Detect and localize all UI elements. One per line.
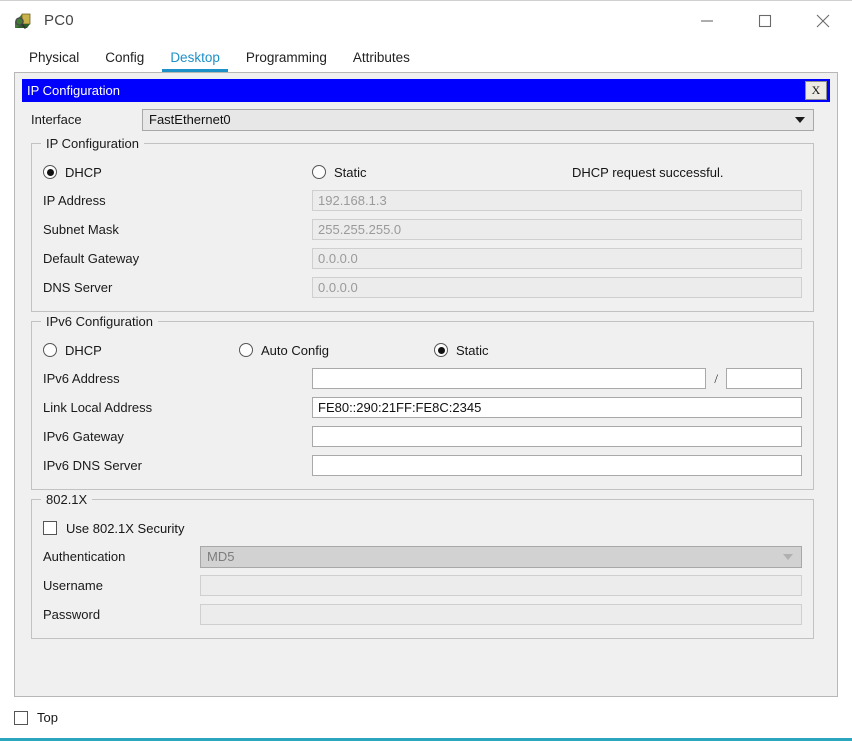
ip-configuration-header-title: IP Configuration (27, 83, 120, 98)
username-row: Username (43, 571, 802, 600)
ipv6-prefix-input[interactable] (726, 368, 802, 389)
radio-dot-icon (239, 343, 253, 357)
subnet-mask-input[interactable]: 255.255.255.0 (312, 219, 802, 240)
interface-label: Interface (31, 112, 82, 127)
radio-dot-icon (434, 343, 448, 357)
ipv6-configuration-group: IPv6 Configuration DHCP Auto Config Stat… (31, 314, 814, 490)
pc0-window: PC0 Physical Config Desktop Programming … (0, 0, 852, 741)
tab-desktop[interactable]: Desktop (157, 42, 233, 72)
username-label: Username (43, 578, 103, 593)
dns-server-input[interactable]: 0.0.0.0 (312, 277, 802, 298)
minimize-icon[interactable] (678, 1, 736, 40)
ipv6-static-label: Static (456, 342, 489, 358)
tab-physical[interactable]: Physical (16, 42, 92, 72)
ipv6-address-input[interactable] (312, 368, 707, 389)
ipv6-dhcp-label: DHCP (65, 342, 102, 358)
ipv6-address-label: IPv6 Address (43, 371, 120, 386)
ipv4-group-legend: IP Configuration (41, 136, 144, 151)
interface-row: Interface FastEthernet0 (22, 105, 830, 134)
ipv6-dns-server-label: IPv6 DNS Server (43, 458, 142, 473)
top-checkbox-label: Top (37, 710, 58, 725)
subnet-mask-row: Subnet Mask 255.255.255.0 (43, 215, 802, 244)
ipv6-dns-server-row: IPv6 DNS Server (43, 451, 802, 480)
link-local-address-row: Link Local Address FE80::290:21FF:FE8C:2… (43, 393, 802, 422)
ipv4-dhcp-radio[interactable]: DHCP (43, 165, 312, 180)
ip-address-row: IP Address 192.168.1.3 (43, 186, 802, 215)
bottom-bar: Top (0, 697, 852, 741)
ip-configuration-header: IP Configuration X (22, 79, 830, 102)
desktop-panel: IP Configuration X Interface FastEtherne… (14, 72, 838, 697)
use-dot1x-security-row[interactable]: Use 802.1X Security (43, 514, 802, 542)
use-dot1x-security-label: Use 802.1X Security (66, 520, 185, 536)
default-gateway-label: Default Gateway (43, 251, 140, 266)
checkbox-icon (14, 710, 28, 725)
link-local-address-input[interactable]: FE80::290:21FF:FE8C:2345 (312, 397, 802, 418)
ipv4-dhcp-label: DHCP (65, 164, 102, 180)
ipv4-static-label: Static (334, 164, 367, 180)
tab-strip: Physical Config Desktop Programming Attr… (0, 40, 852, 72)
radio-dot-icon (43, 343, 57, 357)
close-icon[interactable] (794, 1, 852, 40)
dot1x-group: 802.1X Use 802.1X Security Authenticatio… (31, 492, 814, 639)
password-input[interactable] (200, 604, 802, 625)
link-local-address-label: Link Local Address (43, 400, 153, 415)
tab-programming[interactable]: Programming (233, 42, 340, 72)
ipv6-dns-server-input[interactable] (312, 455, 802, 476)
radio-dot-icon (43, 165, 57, 179)
ipv4-static-radio[interactable]: Static (312, 165, 572, 180)
ipv6-gateway-row: IPv6 Gateway (43, 422, 802, 451)
checkbox-icon (43, 521, 57, 535)
ipv6-address-row: IPv6 Address / (43, 364, 802, 393)
top-checkbox-row[interactable]: Top (14, 704, 58, 732)
dhcp-status-message: DHCP request successful. (572, 164, 724, 180)
dns-server-row: DNS Server 0.0.0.0 (43, 273, 802, 302)
default-gateway-row: Default Gateway 0.0.0.0 (43, 244, 802, 273)
username-input[interactable] (200, 575, 802, 596)
authentication-row: Authentication MD5 (43, 542, 802, 571)
authentication-select-value: MD5 (207, 549, 235, 564)
ipv4-configuration-group: IP Configuration DHCP Static DHCP reques… (31, 136, 814, 312)
ipv6-dhcp-radio[interactable]: DHCP (43, 343, 239, 358)
ipv4-mode-row: DHCP Static DHCP request successful. (43, 158, 802, 186)
maximize-icon[interactable] (736, 1, 794, 40)
password-label: Password (43, 607, 101, 622)
authentication-label: Authentication (43, 549, 126, 564)
ipv6-gateway-input[interactable] (312, 426, 802, 447)
window-title: PC0 (44, 12, 74, 29)
pc-device-icon (13, 10, 35, 32)
interface-select-value: FastEthernet0 (149, 112, 231, 127)
ipv6-static-radio[interactable]: Static (434, 343, 489, 358)
authentication-select[interactable]: MD5 (200, 545, 802, 568)
window-titlebar: PC0 (0, 0, 852, 40)
chevron-down-icon (783, 553, 793, 560)
ipv6-prefix-separator: / (714, 370, 718, 386)
tab-config[interactable]: Config (92, 42, 157, 72)
chevron-down-icon (795, 116, 805, 123)
default-gateway-input[interactable]: 0.0.0.0 (312, 248, 802, 269)
ipv6-auto-config-label: Auto Config (261, 342, 329, 358)
window-controls (678, 1, 852, 40)
password-row: Password (43, 600, 802, 629)
radio-dot-icon (312, 165, 326, 179)
ip-address-label: IP Address (43, 193, 106, 208)
tab-attributes[interactable]: Attributes (340, 42, 423, 72)
dns-server-label: DNS Server (43, 280, 113, 295)
ipv6-gateway-label: IPv6 Gateway (43, 429, 124, 444)
ip-configuration-close-button[interactable]: X (805, 81, 827, 100)
dot1x-group-legend: 802.1X (41, 492, 93, 507)
subnet-mask-label: Subnet Mask (43, 222, 119, 237)
ipv6-auto-config-radio[interactable]: Auto Config (239, 343, 434, 358)
ipv6-group-legend: IPv6 Configuration (41, 314, 158, 329)
ipv6-mode-row: DHCP Auto Config Static (43, 336, 802, 364)
ip-address-input[interactable]: 192.168.1.3 (312, 190, 802, 211)
interface-select[interactable]: FastEthernet0 (142, 108, 814, 131)
